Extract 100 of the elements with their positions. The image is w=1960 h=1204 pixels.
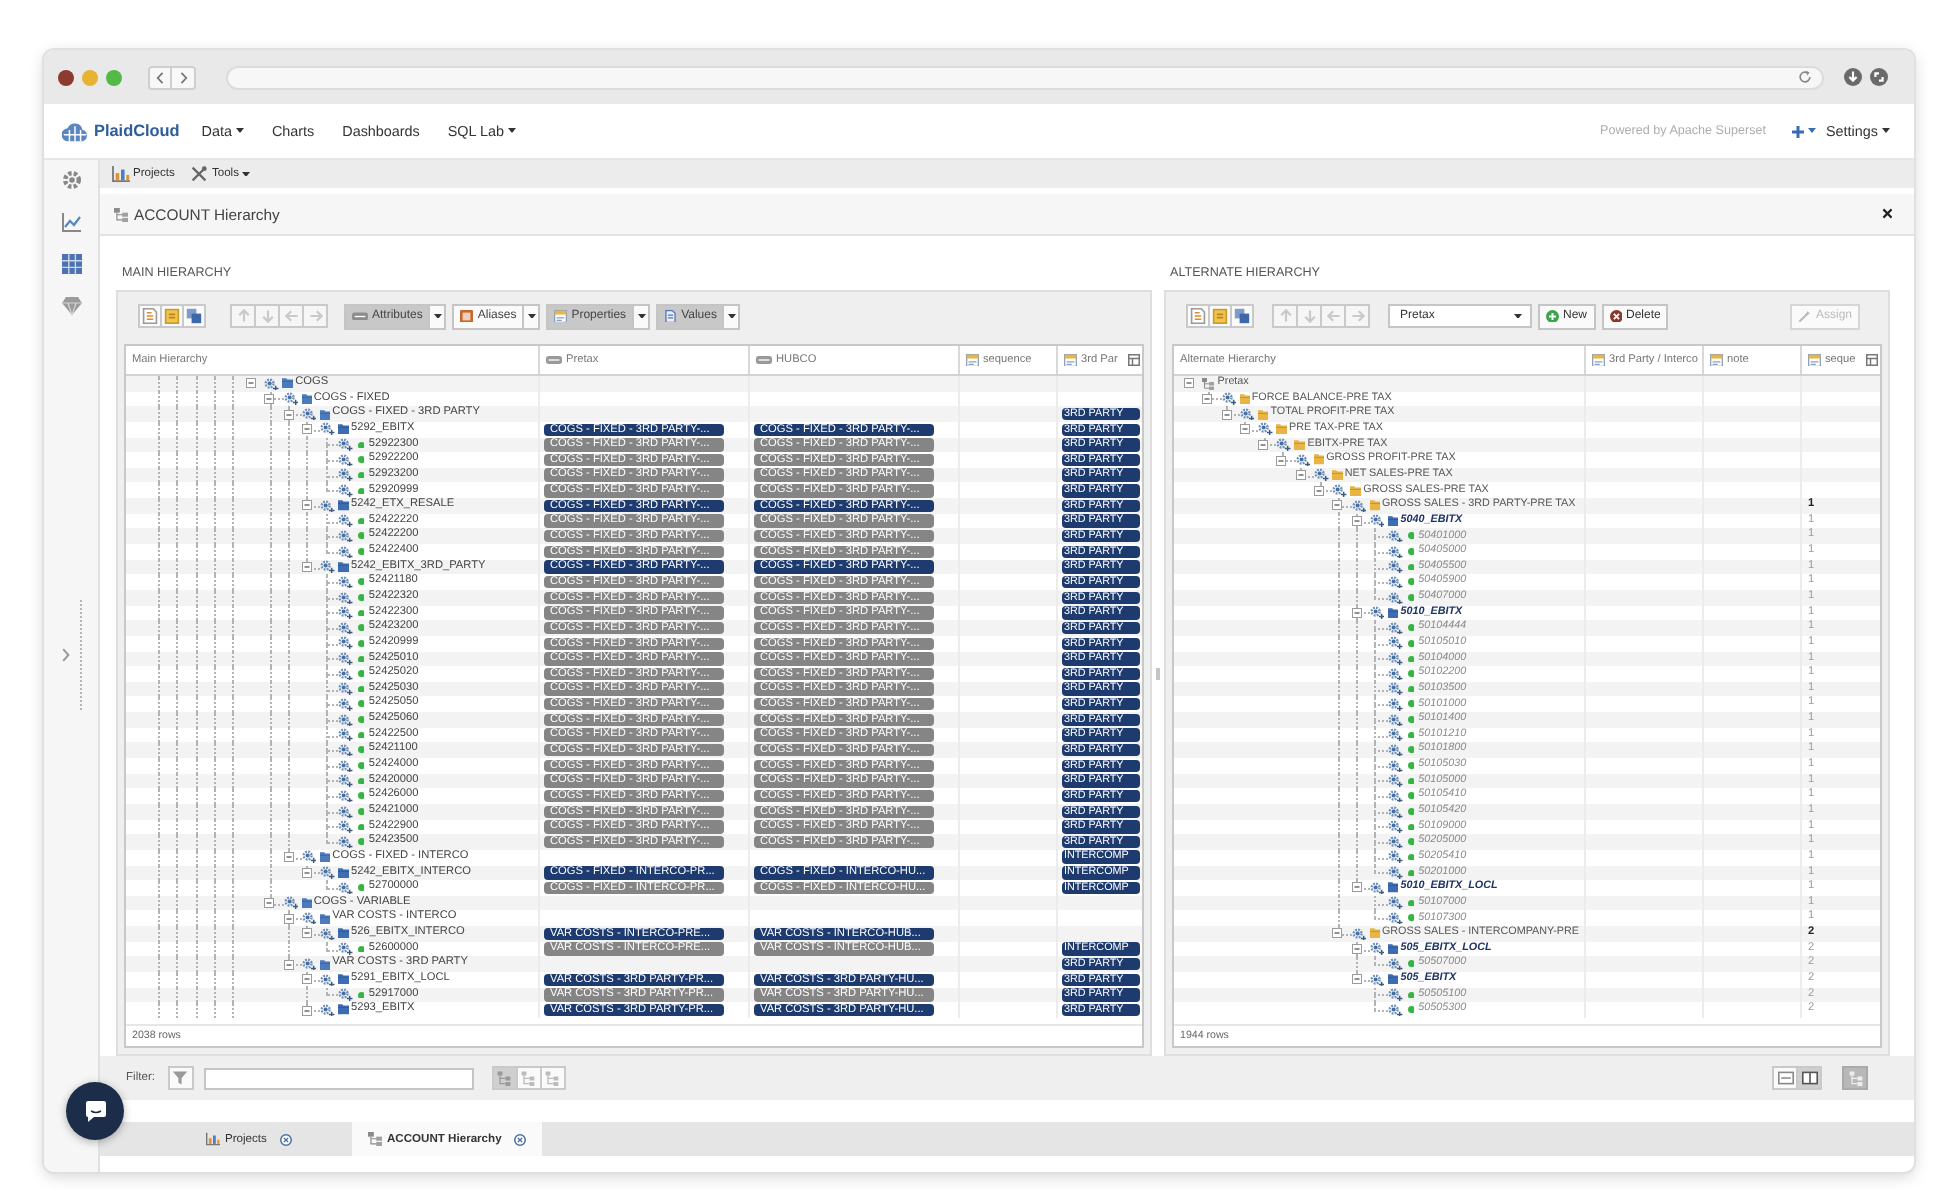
collapse-icon[interactable] (283, 913, 294, 924)
collapse-icon[interactable] (301, 500, 312, 511)
copy-button[interactable] (182, 304, 206, 328)
chart-icon (206, 1132, 220, 1146)
filter-field[interactable] (203, 1067, 473, 1089)
folder-icon (1369, 500, 1381, 512)
collapse-icon[interactable] (301, 1005, 312, 1016)
status-dot-icon (1407, 624, 1415, 632)
collapse-icon[interactable] (301, 928, 312, 939)
insert-button[interactable] (138, 304, 162, 328)
copy-button[interactable] (1230, 304, 1254, 328)
collapse-icon[interactable] (283, 959, 294, 970)
caret-icon (1514, 313, 1522, 319)
folder-icon (282, 378, 294, 389)
collapse-icon[interactable] (1351, 607, 1362, 618)
splitter-handle[interactable] (1156, 667, 1160, 679)
collapse-icon[interactable] (283, 409, 294, 420)
collapse-icon[interactable] (1202, 393, 1213, 404)
collapse-icon[interactable] (1239, 424, 1250, 435)
gear-plus-icon (301, 850, 317, 864)
view-toggle[interactable] (1796, 1066, 1822, 1090)
collapse-icon[interactable] (1332, 500, 1343, 511)
collapse-icon[interactable] (301, 424, 312, 435)
folder-icon (1387, 943, 1399, 955)
document-icon (142, 308, 158, 324)
view-toggle[interactable] (1772, 1066, 1798, 1090)
hierarchy-icon (1202, 377, 1215, 390)
folder-icon (1369, 928, 1381, 939)
chat-bubble-icon (83, 1099, 107, 1123)
collapse-icon[interactable] (1314, 485, 1325, 496)
status-dot-icon (357, 441, 365, 449)
folder-icon (1387, 974, 1399, 985)
dropdown-button[interactable] (634, 303, 651, 329)
status-dot-icon (1407, 548, 1415, 556)
column-menu-icon[interactable] (1128, 354, 1140, 366)
download-icon[interactable] (1844, 68, 1862, 86)
notes-button[interactable] (160, 304, 184, 328)
hierarchy-button[interactable] (1842, 1066, 1868, 1090)
expand-all-button[interactable] (515, 1066, 541, 1090)
tree-view-button[interactable] (491, 1066, 517, 1090)
collapse-icon[interactable] (1351, 882, 1362, 893)
collapse-icon[interactable] (264, 393, 275, 404)
minimize-window-icon[interactable] (82, 69, 98, 85)
dropdown-button[interactable] (524, 303, 541, 329)
collapse-icon[interactable] (1351, 944, 1362, 955)
arrow-left-icon (283, 308, 299, 324)
collapse-icon[interactable] (283, 852, 294, 863)
collapse-icon[interactable] (264, 898, 275, 909)
folder-icon (319, 913, 331, 924)
collapse-icon[interactable] (1351, 974, 1362, 985)
collapse-icon[interactable] (1276, 455, 1287, 466)
reload-icon[interactable] (1798, 70, 1812, 84)
notepad-icon (164, 308, 180, 324)
status-dot-icon (357, 639, 365, 647)
folder-icon (1332, 470, 1344, 481)
new-menu-button[interactable] (1792, 125, 1817, 137)
maximize-window-icon[interactable] (106, 69, 122, 85)
caret-icon (637, 313, 646, 319)
collapse-icon[interactable] (1332, 928, 1343, 939)
dropdown-button[interactable] (724, 303, 741, 329)
collapse-icon[interactable] (1295, 470, 1306, 481)
collapse-icon[interactable] (1184, 378, 1194, 389)
status-dot-icon (357, 487, 365, 495)
notes-button[interactable] (1208, 304, 1232, 328)
fullscreen-icon[interactable] (1870, 68, 1888, 86)
collapse-icon[interactable] (1221, 409, 1232, 420)
collapse-icon[interactable] (1258, 439, 1269, 450)
back-button[interactable] (148, 65, 172, 89)
filter-button[interactable] (167, 1066, 193, 1090)
close-window-icon[interactable] (58, 69, 74, 85)
folder-icon (338, 928, 350, 939)
column-menu-icon[interactable] (1866, 354, 1878, 366)
forward-button[interactable] (172, 65, 196, 89)
hierarchy-icon (1847, 1070, 1863, 1086)
status-dot-icon (357, 945, 365, 953)
caret-icon (1882, 128, 1890, 134)
collapse-all-button[interactable] (539, 1066, 565, 1090)
collapse-icon[interactable] (301, 867, 312, 878)
status-dot-icon (1407, 639, 1415, 647)
hierarchy-icon (367, 1132, 382, 1146)
chart-icon (112, 166, 130, 182)
insert-button[interactable] (1186, 304, 1210, 328)
status-dot-icon (357, 777, 365, 785)
collapse-icon[interactable] (245, 378, 256, 389)
notepad-icon (1710, 353, 1723, 367)
status-dot-icon (1407, 807, 1415, 816)
status-dot-icon (1407, 563, 1415, 571)
close-icon[interactable] (1881, 208, 1892, 220)
resize-handle[interactable] (61, 600, 81, 710)
collapse-icon[interactable] (301, 562, 312, 572)
status-dot-icon (357, 700, 365, 709)
status-dot-icon (357, 731, 365, 739)
collapse-icon[interactable] (1351, 516, 1362, 527)
brand-name[interactable]: PlaidCloud (94, 122, 180, 140)
dropdown-button[interactable] (430, 303, 447, 329)
folder-icon (1294, 439, 1306, 450)
status-dot-icon (1407, 869, 1415, 877)
folder-icon (301, 898, 313, 909)
folder-icon (1387, 882, 1399, 894)
collapse-icon[interactable] (301, 974, 312, 985)
